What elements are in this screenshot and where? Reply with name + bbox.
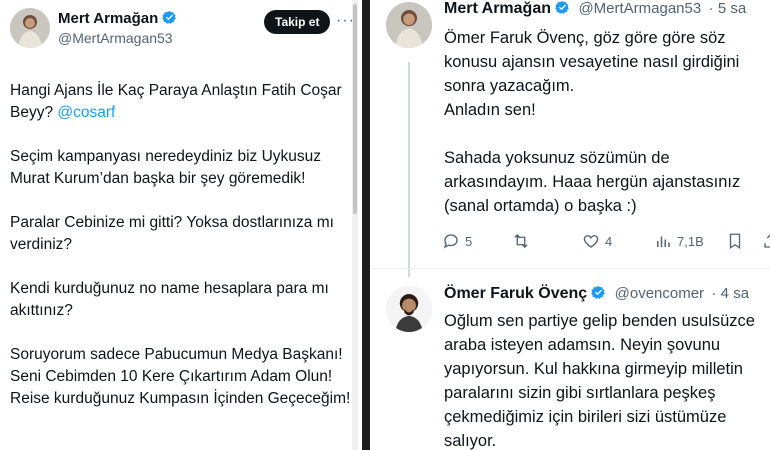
tweet-text: Hangi Ajans İle Kaç Paraya Anlaştın Fati… bbox=[10, 80, 355, 432]
reply-count: 5 bbox=[465, 233, 473, 249]
tweet-paragraph: Ömer Faruk Övenç, göz göre göre söz konu… bbox=[444, 29, 740, 95]
author-name-text: Mert Armağan bbox=[444, 0, 551, 17]
right-thread-panel: Mert Armağan @MertArmagan53 · 5 sa Ömer … bbox=[370, 0, 770, 450]
author-avatar[interactable] bbox=[386, 2, 432, 48]
follow-button[interactable]: Takip et bbox=[264, 10, 331, 34]
tweet-paragraph: Hangi Ajans İle Kaç Paraya Anlaştın Fati… bbox=[10, 82, 342, 121]
like-count: 4 bbox=[605, 233, 613, 249]
share-button[interactable] bbox=[762, 232, 770, 250]
analytics-icon bbox=[657, 236, 670, 247]
author-handle[interactable]: @MertArmagan53 bbox=[578, 0, 701, 17]
author-name[interactable]: Mert Armağan bbox=[58, 10, 177, 27]
reply-icon bbox=[443, 234, 458, 249]
tweet-separator bbox=[370, 268, 770, 269]
tweet-time[interactable]: · 4 sa bbox=[712, 285, 750, 302]
thread-connector-line bbox=[408, 62, 410, 277]
author-name-text: Ömer Faruk Övenç bbox=[444, 285, 588, 302]
avatar-photo-icon bbox=[386, 286, 432, 332]
tweet-actions: 5 4 7,1B bbox=[442, 232, 770, 256]
retweet-button[interactable] bbox=[512, 232, 535, 250]
share-icon bbox=[764, 234, 770, 248]
author-name-text: Mert Armağan bbox=[58, 10, 159, 27]
tweet-paragraph: Paralar Cebinize mi gitti? Yoksa dostlar… bbox=[10, 214, 334, 253]
avatar-photo-icon bbox=[10, 8, 50, 48]
verified-badge-icon bbox=[555, 0, 569, 14]
retweet-icon bbox=[514, 234, 528, 248]
verified-badge-icon bbox=[162, 10, 177, 24]
views-count: 7,1B bbox=[677, 233, 704, 249]
heart-icon bbox=[583, 235, 599, 248]
tweet-paragraph: Kendi kurduğunuz no name hesaplara para … bbox=[10, 280, 329, 319]
author-name[interactable]: Mert Armağan @MertArmagan53 · 5 sa bbox=[444, 0, 746, 18]
author-avatar[interactable] bbox=[386, 286, 432, 332]
reply-button[interactable]: 5 bbox=[442, 232, 472, 250]
tweet-paragraph: Seçim kampanyası neredeydiniz biz Uykusu… bbox=[10, 148, 321, 187]
author-avatar[interactable] bbox=[10, 8, 50, 48]
like-button[interactable]: 4 bbox=[582, 232, 612, 250]
avatar-photo-icon bbox=[386, 2, 432, 48]
views-button[interactable]: 7,1B bbox=[654, 232, 704, 250]
tweet-paragraph: Anladın sen! bbox=[444, 101, 536, 119]
tweet-paragraph: Sahada yoksunuz sözümün de arkasındayım.… bbox=[444, 149, 741, 215]
tweet-text: Oğlum sen partiye gelip benden usulsüzce… bbox=[444, 312, 755, 450]
tweet-time[interactable]: · 5 sa bbox=[709, 0, 747, 17]
mention-link[interactable]: @cosarf bbox=[57, 104, 115, 121]
left-tweet-panel: Mert Armağan @MertArmagan53 Takip et ···… bbox=[0, 0, 362, 450]
scrollbar-thumb[interactable] bbox=[353, 4, 357, 214]
author-handle[interactable]: @MertArmagan53 bbox=[58, 30, 173, 46]
bookmark-button[interactable] bbox=[726, 232, 744, 250]
panel-divider bbox=[362, 0, 370, 450]
bookmark-icon bbox=[729, 233, 741, 250]
tweet-paragraph: Soruyorum sadece Pabucumun Medya Başkanı… bbox=[10, 346, 351, 407]
author-name[interactable]: Ömer Faruk Övenç @ovencomer · 4 sa bbox=[444, 285, 749, 303]
tweet-text: Ömer Faruk Övenç, göz göre göre söz konu… bbox=[444, 26, 766, 218]
author-handle[interactable]: @ovencomer bbox=[615, 285, 704, 302]
verified-badge-icon bbox=[591, 285, 605, 299]
